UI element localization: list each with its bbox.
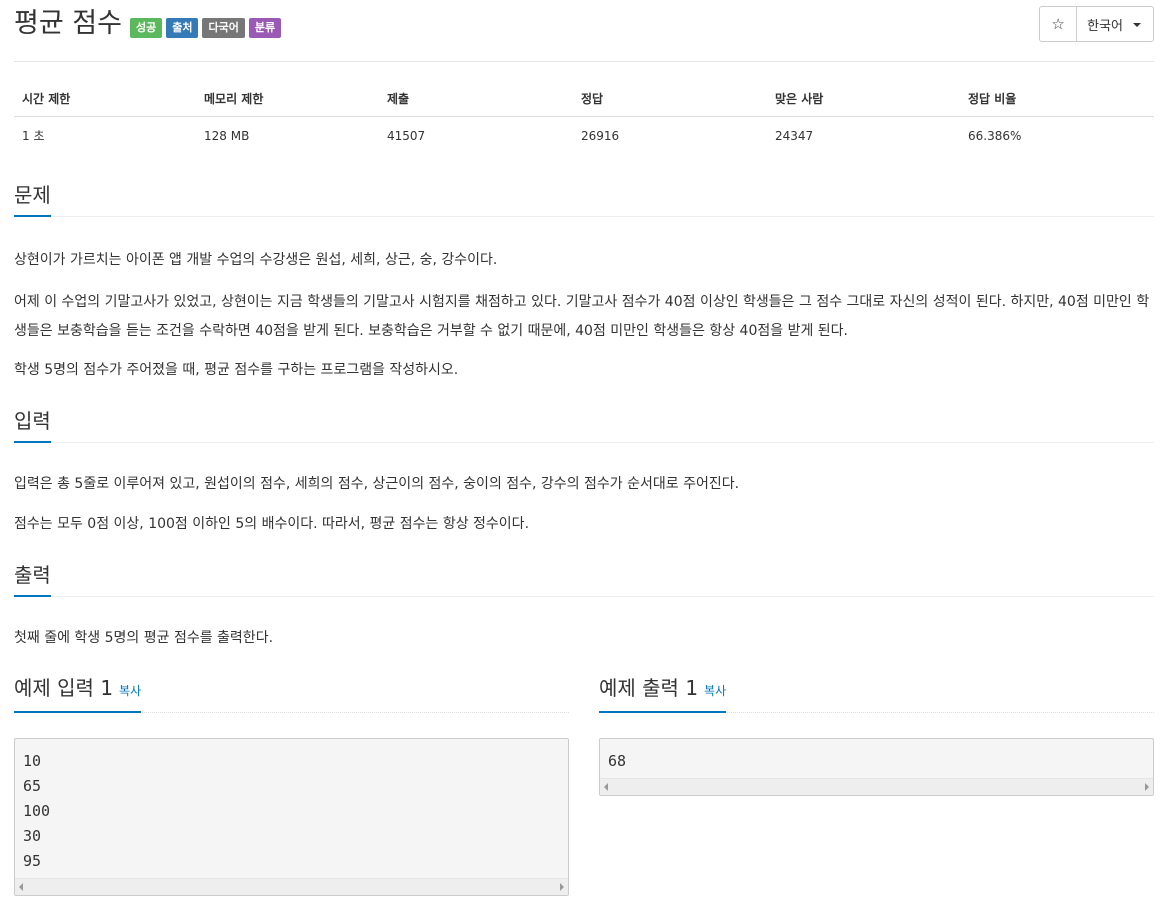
problem-heading: 문제 <box>14 181 51 217</box>
header-accept-ratio: 정답 비율 <box>960 80 1154 117</box>
output-heading: 출력 <box>14 561 51 597</box>
scroll-right-icon[interactable] <box>1145 783 1149 791</box>
problem-paragraph-2: 어제 이 수업의 기말고사가 있었고, 상현이는 지금 학생들의 기말고사 시험… <box>14 294 1150 339</box>
section-header: 출력 <box>14 560 1154 597</box>
horizontal-scrollbar[interactable] <box>15 878 568 895</box>
title-row: 평균 점수 성공 출처 다국어 분류 <box>14 6 285 42</box>
problem-page: 평균 점수 성공 출처 다국어 분류 ☆ 한국어 시간 제한 메모리 제한 제출… <box>0 0 1167 914</box>
input-section: 입력 <box>14 406 1154 443</box>
header-memory-limit: 메모리 제한 <box>196 80 379 117</box>
problem-paragraph-1: 상현이가 가르치는 아이폰 앱 개발 수업의 수강생은 원섭, 세희, 상근, … <box>14 252 498 268</box>
problem-info-table: 시간 제한 메모리 제한 제출 정답 맞은 사람 정답 비율 1 초 128 M… <box>14 80 1154 154</box>
output-section: 출력 <box>14 560 1154 597</box>
header-submissions: 제출 <box>379 80 573 117</box>
sample-output-section: 예제 출력 1 복사 68 <box>599 672 1154 796</box>
favorite-button[interactable]: ☆ <box>1040 7 1078 41</box>
sample-output-heading-wrap: 예제 출력 1 복사 <box>599 674 727 713</box>
input-paragraph-1: 입력은 총 5줄로 이루어져 있고, 원섭이의 점수, 세희의 점수, 상근이의… <box>14 476 740 492</box>
sample-input-heading: 예제 입력 1 <box>14 676 114 700</box>
badge-multilingual[interactable]: 다국어 <box>202 18 245 38</box>
language-label: 한국어 <box>1087 18 1123 34</box>
badge-group: 성공 출처 다국어 분류 <box>129 18 285 38</box>
value-memory-limit: 128 MB <box>204 128 250 143</box>
value-accept-ratio: 66.386% <box>968 128 1022 143</box>
sample-input-content[interactable]: 10 65 100 30 95 <box>15 739 568 878</box>
header-solvers: 맞은 사람 <box>767 80 960 117</box>
copy-sample-input-button[interactable]: 복사 <box>119 684 141 698</box>
copy-sample-output-button[interactable]: 복사 <box>704 684 726 698</box>
input-description-2: 점수는 모두 0점 이상, 100점 이하인 5의 배수이다. 따라서, 평균 … <box>14 512 1154 536</box>
input-heading: 입력 <box>14 407 51 443</box>
language-dropdown[interactable]: 한국어 <box>1077 7 1153 41</box>
table-row: 1 초 128 MB 41507 26916 24347 66.386% <box>14 117 1154 155</box>
scroll-left-icon[interactable] <box>604 783 608 791</box>
value-submissions: 41507 <box>387 128 426 143</box>
input-paragraph-2: 점수는 모두 0점 이상, 100점 이하인 5의 배수이다. 따라서, 평균 … <box>14 516 530 532</box>
badge-success[interactable]: 성공 <box>129 18 163 38</box>
caret-down-icon <box>1133 23 1141 27</box>
output-description: 첫째 줄에 학생 5명의 평균 점수를 출력한다. <box>14 626 1154 650</box>
scroll-left-icon[interactable] <box>19 883 23 891</box>
horizontal-scrollbar[interactable] <box>600 778 1153 795</box>
sample-input-section: 예제 입력 1 복사 10 65 100 30 95 <box>14 672 569 896</box>
section-header: 문제 <box>14 180 1154 217</box>
sample-output-heading: 예제 출력 1 <box>599 676 699 700</box>
scroll-right-icon[interactable] <box>560 883 564 891</box>
problem-description-3: 학생 5명의 점수가 주어졌을 때, 평균 점수를 구하는 프로그램을 작성하시… <box>14 358 1154 382</box>
section-header: 예제 입력 1 복사 <box>14 672 569 713</box>
sample-input-box[interactable]: 10 65 100 30 95 <box>14 738 569 896</box>
page-title: 평균 점수 <box>14 8 122 39</box>
header-actions: ☆ 한국어 <box>1039 6 1154 42</box>
output-paragraph-1: 첫째 줄에 학생 5명의 평균 점수를 출력한다. <box>14 630 274 646</box>
header-accepted: 정답 <box>573 80 767 117</box>
section-header: 예제 출력 1 복사 <box>599 672 1154 713</box>
table-header-row: 시간 제한 메모리 제한 제출 정답 맞은 사람 정답 비율 <box>14 80 1154 117</box>
section-header: 입력 <box>14 406 1154 443</box>
input-description: 입력은 총 5줄로 이루어져 있고, 원섭이의 점수, 세희의 점수, 상근이의… <box>14 472 1154 496</box>
value-time-limit: 1 초 <box>22 129 45 143</box>
sample-output-box[interactable]: 68 <box>599 738 1154 796</box>
sample-input-heading-wrap: 예제 입력 1 복사 <box>14 674 142 713</box>
problem-section: 문제 <box>14 180 1154 217</box>
header-time-limit: 시간 제한 <box>14 80 196 117</box>
badge-category[interactable]: 분류 <box>248 18 282 38</box>
sample-output-content[interactable]: 68 <box>600 739 1153 778</box>
header-divider <box>14 61 1154 62</box>
problem-description-2: 어제 이 수업의 기말고사가 있었고, 상현이는 지금 학생들의 기말고사 시험… <box>14 288 1154 346</box>
star-icon: ☆ <box>1051 15 1065 33</box>
value-solvers: 24347 <box>775 128 814 143</box>
problem-description: 상현이가 가르치는 아이폰 앱 개발 수업의 수강생은 원섭, 세희, 상근, … <box>14 248 1154 272</box>
value-accepted: 26916 <box>581 128 620 143</box>
problem-paragraph-3: 학생 5명의 점수가 주어졌을 때, 평균 점수를 구하는 프로그램을 작성하시… <box>14 362 459 378</box>
badge-source[interactable]: 출처 <box>166 18 199 38</box>
